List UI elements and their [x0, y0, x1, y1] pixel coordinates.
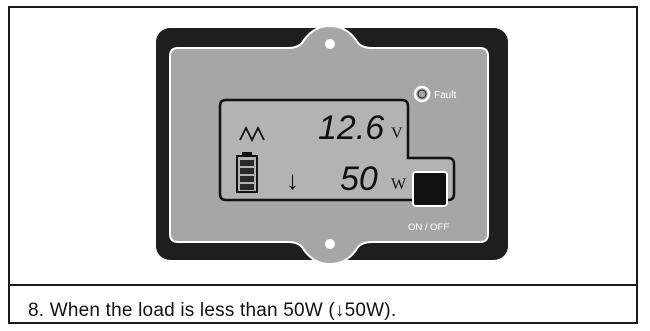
power-direction-indicator: ↓: [286, 165, 299, 195]
fault-led: [413, 85, 431, 103]
figure-frame: 12.6 V ↓ 50 W Fault ON / OFF 8. When the…: [8, 6, 638, 324]
caption-divider: [10, 284, 636, 286]
power-button[interactable]: [412, 171, 448, 207]
bottom-mounting-hole: [325, 239, 335, 249]
figure-caption: 8. When the load is less than 50W (↓50W)…: [28, 300, 397, 321]
top-mounting-hole: [325, 39, 335, 49]
inverter-panel: 12.6 V ↓ 50 W Fault ON / OFF: [156, 24, 508, 266]
fault-label: Fault: [434, 90, 456, 101]
power-unit: W: [391, 176, 407, 193]
power-button-label: ON / OFF: [408, 222, 449, 233]
voltage-value: 12.6: [318, 109, 384, 147]
power-value: 50: [340, 160, 378, 198]
voltage-unit: V: [391, 125, 403, 142]
